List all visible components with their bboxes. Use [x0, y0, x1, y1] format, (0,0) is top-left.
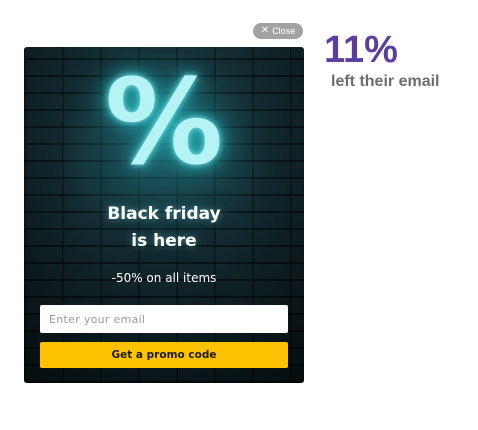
close-label: Close	[272, 26, 296, 36]
page: ✕ Close % Black friday is here -50% on a…	[0, 0, 478, 430]
neon-percent-icon: %	[104, 53, 224, 191]
stat-value: 11%	[324, 29, 398, 71]
close-icon: ✕	[260, 25, 270, 36]
popup-subline: -50% on all items	[111, 271, 217, 285]
popup-headline: Black friday is here	[24, 201, 304, 255]
headline-line-1: Black friday	[107, 204, 221, 224]
close-button[interactable]: ✕ Close	[253, 23, 303, 39]
promo-popup: % Black friday is here -50% on all items…	[24, 47, 304, 383]
email-input[interactable]	[40, 305, 288, 333]
get-promo-code-button[interactable]: Get a promo code	[40, 342, 288, 368]
stat-label: left their email	[331, 73, 440, 90]
headline-line-2: is here	[131, 231, 197, 251]
